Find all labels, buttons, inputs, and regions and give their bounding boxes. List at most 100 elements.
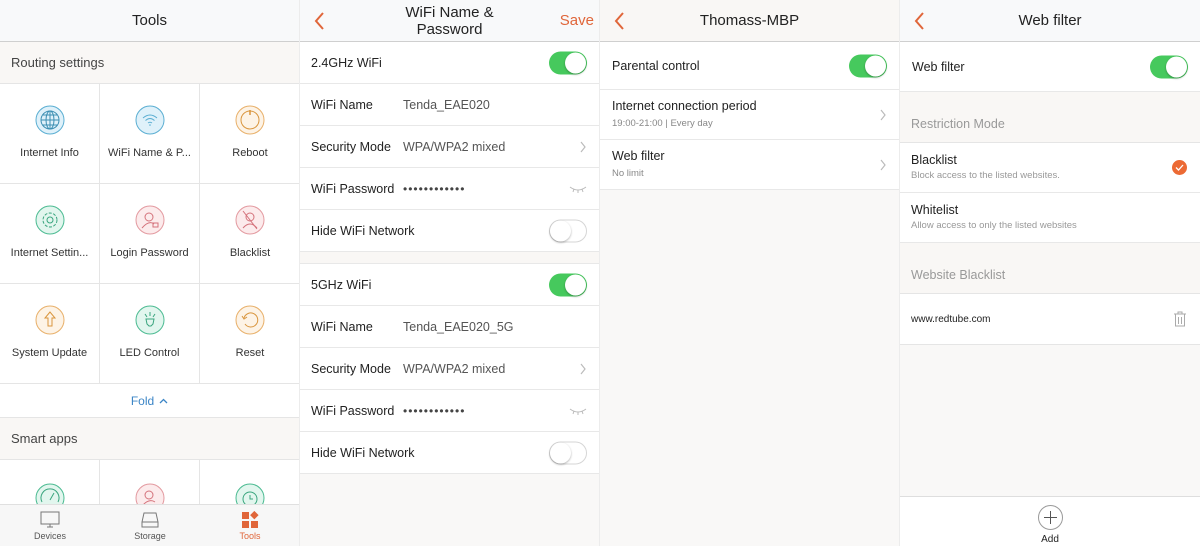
parental-control-toggle[interactable] (849, 54, 887, 77)
tab-label: Devices (33, 530, 66, 541)
eye-closed-icon[interactable] (569, 407, 587, 415)
band24-hide-toggle[interactable] (549, 219, 587, 242)
band24-toggle[interactable] (549, 51, 587, 74)
smart-apps-header: Smart apps (0, 418, 299, 460)
fold-button[interactable]: Fold (0, 384, 299, 418)
trash-icon[interactable] (1173, 311, 1187, 327)
band24-security-row[interactable]: Security Mode WPA/WPA2 mixed (300, 126, 599, 168)
wifi-password-label: WiFi Password (311, 181, 395, 196)
tool-label: Internet Info (20, 147, 79, 159)
upload-arrow-icon (35, 305, 64, 335)
mode-option-whitelist[interactable]: Whitelist Allow access to only the liste… (900, 193, 1200, 243)
web-filter-toggle[interactable] (1150, 55, 1188, 78)
tool-internet-info[interactable]: Internet Info (0, 84, 100, 184)
band5-toggle-row: 5GHz WiFi (300, 264, 599, 306)
tool-internet-settings[interactable]: Internet Settin... (0, 184, 100, 284)
band5-security-row[interactable]: Security Mode WPA/WPA2 mixed (300, 348, 599, 390)
tool-label: Blacklist (229, 247, 271, 259)
wifi-password-field[interactable]: •••••••••••• (403, 182, 588, 196)
eye-closed-icon[interactable] (569, 185, 587, 193)
web-filter-toggle-row: Web filter (900, 42, 1200, 92)
security-mode-value: WPA/WPA2 mixed (403, 139, 506, 154)
checkmark-icon (1172, 160, 1187, 175)
restriction-mode-header: Restriction Mode (900, 92, 1200, 143)
title-line-2: Password (416, 20, 483, 38)
mode-option-blacklist[interactable]: Blacklist Block access to the listed web… (900, 143, 1200, 193)
band5-name-row[interactable]: WiFi Name Tenda_EAE020_5G (300, 306, 599, 348)
mode-title: Blacklist (911, 153, 957, 167)
tab-storage[interactable]: Storage (100, 505, 200, 546)
tool-label: Reset (235, 347, 265, 359)
webfilter-navbar: Web filter (900, 0, 1200, 42)
web-filter-label: Web filter (612, 149, 665, 163)
mode-description: Allow access to only the listed websites (911, 220, 1077, 231)
chevron-right-icon (880, 159, 886, 170)
tool-reset[interactable]: Reset (200, 284, 299, 384)
tool-led-control[interactable]: LED Control (100, 284, 200, 384)
tools-screen: Tools Routing settings Internet Info WiF… (0, 0, 300, 546)
parental-control-label: Parental control (612, 58, 700, 73)
gear-icon (35, 205, 64, 235)
back-button[interactable] (912, 10, 926, 32)
band5-hide-toggle[interactable] (549, 441, 587, 464)
tool-reboot[interactable]: Reboot (200, 84, 299, 184)
back-button[interactable] (312, 10, 326, 32)
chevron-left-icon (614, 12, 624, 30)
power-icon (235, 105, 265, 135)
tab-tools[interactable]: Tools (200, 505, 299, 546)
band5-toggle[interactable] (549, 273, 587, 296)
tool-wifi-name[interactable]: WiFi Name & P... (100, 84, 200, 184)
tab-label: Storage (134, 530, 166, 541)
wifi-name-label: WiFi Name (311, 319, 373, 334)
tool-login-password[interactable]: Login Password (100, 184, 200, 284)
tool-label: Login Password (110, 247, 189, 259)
tool-blacklist[interactable]: Blacklist (200, 184, 299, 284)
security-mode-label: Security Mode (311, 361, 391, 376)
wifi-name-field[interactable]: Tenda_EAE020_5G (403, 320, 588, 334)
wifi-name-field[interactable]: Tenda_EAE020 (403, 98, 588, 112)
fold-label: Fold (130, 393, 155, 408)
security-mode-value: WPA/WPA2 mixed (403, 361, 506, 376)
add-button[interactable] (1037, 505, 1063, 530)
chevron-left-icon (914, 12, 924, 30)
user-lock-icon (135, 205, 164, 235)
chevron-right-icon (580, 363, 586, 374)
mode-description: Block access to the listed websites. (911, 170, 1060, 181)
tools-navbar: Tools (0, 0, 299, 42)
tab-label: Tools (239, 530, 261, 541)
band5-hide-row: Hide WiFi Network (300, 432, 599, 474)
tool-label: WiFi Name & P... (108, 147, 191, 159)
web-filter-row[interactable]: Web filter No limit (600, 140, 899, 190)
save-button[interactable]: Save (560, 12, 594, 29)
globe-icon (35, 105, 64, 135)
page-title: Web filter (1018, 12, 1082, 29)
bottom-tab-bar: Devices Storage Tools (0, 504, 299, 546)
wifi-navbar: WiFi Name & Password Save (300, 0, 599, 42)
band24-name-row[interactable]: WiFi Name Tenda_EAE020 (300, 84, 599, 126)
band24-password-row[interactable]: WiFi Password •••••••••••• (300, 168, 599, 210)
web-filter-toggle-label: Web filter (912, 59, 965, 74)
page-title: WiFi Name & Password (405, 4, 493, 38)
band24-label: 2.4GHz WiFi (311, 55, 382, 70)
wifi-password-label: WiFi Password (311, 403, 395, 418)
device-navbar: Thomass-MBP (600, 0, 899, 42)
hide-network-label: Hide WiFi Network (311, 445, 415, 460)
page-title: Thomass-MBP (699, 12, 800, 29)
parental-control-row: Parental control (600, 42, 899, 90)
wifi-icon (135, 105, 164, 135)
add-label: Add (1041, 534, 1059, 545)
wifi-password-field[interactable]: •••••••••••• (403, 404, 588, 418)
storage-icon (141, 512, 159, 527)
title-line-1: WiFi Name & (405, 3, 494, 21)
tool-label: Internet Settin... (10, 247, 89, 259)
routing-settings-header: Routing settings (0, 42, 299, 84)
web-filter-screen: Web filter Web filter Restriction Mode B… (900, 0, 1200, 546)
back-button[interactable] (612, 10, 626, 32)
tool-system-update[interactable]: System Update (0, 284, 100, 384)
band5-password-row[interactable]: WiFi Password •••••••••••• (300, 390, 599, 432)
web-filter-value: No limit (612, 168, 644, 179)
connection-period-row[interactable]: Internet connection period 19:00-21:00 |… (600, 90, 899, 140)
tab-devices[interactable]: Devices (0, 505, 100, 546)
tool-label: System Update (11, 347, 88, 359)
tools-grid-icon (242, 510, 259, 528)
